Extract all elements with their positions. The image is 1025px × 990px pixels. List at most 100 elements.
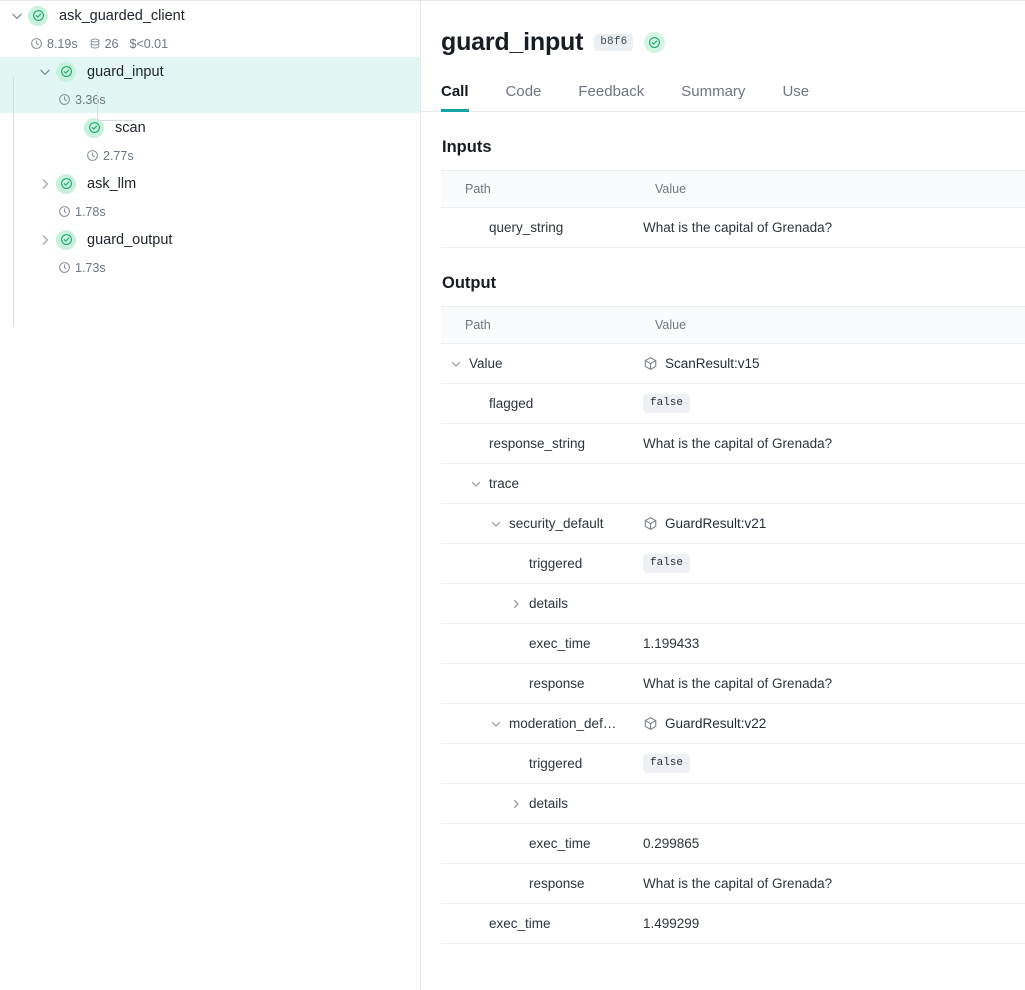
tree-node-scan[interactable]: scan 2.77s (0, 91, 420, 169)
tab-call[interactable]: Call (441, 83, 469, 112)
object-reference-link[interactable]: GuardResult:v21 (643, 516, 766, 531)
tree-node-row[interactable]: guard_output (0, 225, 420, 254)
row-value-cell: GuardResult:v21 (643, 503, 1025, 544)
chevron-down-icon[interactable] (487, 515, 504, 532)
row-value-cell: GuardResult:v22 (643, 703, 1025, 744)
check-circle-icon (649, 37, 661, 48)
tree-node-row[interactable]: ask_llm (0, 169, 420, 198)
tree-node-ask_guarded_client[interactable]: ask_guarded_client 8.19s 26 $<0.01 (0, 1, 420, 57)
object-reference-label: GuardResult:v21 (665, 516, 767, 531)
row-value-text: What is the capital of Grenada? (643, 876, 833, 891)
table-row: triggered false (441, 743, 1025, 784)
row-twisty-spacer (467, 395, 484, 412)
tab-feedback[interactable]: Feedback (578, 83, 644, 112)
tree-node-row[interactable]: scan (0, 113, 420, 142)
call-detail-panel: guard_input b8f6 Call Code Feedback Summary… (421, 1, 1025, 990)
tree-node-label: guard_input (87, 63, 164, 80)
row-value-cell: What is the capital of Grenada? (643, 423, 1025, 464)
tree-node-label: guard_output (87, 231, 173, 248)
tree-node-metrics: 3.36s (0, 86, 420, 113)
chevron-down-icon[interactable] (487, 715, 504, 732)
tree-node-row[interactable]: ask_guarded_client (0, 1, 420, 30)
row-value-text: 1.499299 (643, 916, 700, 931)
metric-duration: 1.73s (58, 261, 106, 275)
cube-icon (643, 516, 658, 531)
clock-icon (30, 37, 43, 50)
table-row: exec_time 1.499299 (441, 903, 1025, 944)
chevron-right-icon[interactable] (507, 795, 524, 812)
row-twisty-spacer (467, 915, 484, 932)
metric-cost: $<0.01 (130, 37, 169, 51)
chevron-right-icon[interactable] (34, 229, 56, 251)
table-row: Value ScanResult:v15 (441, 343, 1025, 384)
metric-value: 26 (104, 36, 119, 51)
status-success-icon (56, 229, 76, 250)
table-row: query_string What is the capital of Grena… (441, 207, 1025, 248)
chevron-down-icon[interactable] (6, 5, 28, 27)
row-twisty-spacer (507, 755, 524, 772)
status-success-icon (56, 61, 76, 82)
table-row: response What is the capital of Grenada? (441, 863, 1025, 904)
trace-tree-panel: ask_guarded_client 8.19s 26 $<0.01 guard_inp… (0, 1, 421, 990)
row-path-label: response (529, 676, 585, 691)
detail-tabs: Call Code Feedback Summary Use (421, 68, 1025, 112)
inputs-heading: Inputs (442, 138, 492, 156)
row-path-label: query_string (489, 220, 564, 235)
row-value-cell: 1.499299 (643, 903, 1025, 944)
page-title: guard_input (441, 28, 584, 56)
clock-icon (58, 261, 71, 274)
row-path-label: details (529, 596, 569, 611)
row-path-cell: security_default (441, 503, 643, 544)
table-row: response What is the capital of Grenada? (441, 663, 1025, 704)
tokens-icon (89, 37, 101, 50)
row-twisty-spacer (507, 675, 524, 692)
inputs-table-head: Path Value (441, 170, 1025, 208)
inputs-section: Inputs Path Value query_string What is th… (421, 138, 1025, 248)
row-value-cell: 1.199433 (643, 623, 1025, 664)
cube-icon (643, 356, 658, 371)
chevron-down-icon[interactable] (34, 61, 56, 83)
tree-node-row[interactable]: guard_input (0, 57, 420, 86)
row-path-label: flagged (489, 396, 534, 411)
object-reference-link[interactable]: GuardResult:v22 (643, 716, 766, 731)
metric-duration: 1.78s (58, 205, 106, 219)
tab-code[interactable]: Code (506, 83, 542, 112)
row-value-text: 1.199433 (643, 636, 700, 651)
boolean-value-badge: false (643, 554, 691, 573)
row-path-label: exec_time (489, 916, 551, 931)
row-value-text: What is the capital of Grenada? (643, 436, 833, 451)
tab-use[interactable]: Use (782, 83, 809, 112)
status-success-icon (56, 173, 76, 194)
boolean-value-badge: false (643, 754, 691, 773)
table-header-row: Path Value (441, 170, 1025, 208)
row-path-label: security_default (509, 516, 604, 531)
chevron-down-icon[interactable] (447, 355, 464, 372)
metric-duration: 8.19s (30, 37, 78, 51)
row-path-label: details (529, 796, 569, 811)
row-path-cell: query_string (441, 207, 643, 248)
tree-node-guard_output[interactable]: guard_output 1.73s (0, 225, 420, 281)
chevron-down-icon[interactable] (467, 475, 484, 492)
row-twisty-spacer (507, 875, 524, 892)
row-value-cell: false (643, 743, 1025, 784)
table-row: details (441, 583, 1025, 624)
output-table-body: Value ScanResult:v15 flagged false response_… (441, 343, 1025, 944)
object-reference-link[interactable]: ScanResult:v15 (643, 356, 760, 371)
tab-summary[interactable]: Summary (681, 83, 745, 112)
row-twisty-spacer (507, 835, 524, 852)
inputs-table-body: query_string What is the capital of Grena… (441, 207, 1025, 248)
table-row: details (441, 783, 1025, 824)
table-row: exec_time 0.299865 (441, 823, 1025, 864)
chevron-right-icon[interactable] (34, 173, 56, 195)
tree-node-metrics: 2.77s (0, 142, 420, 169)
row-path-cell: response_string (441, 423, 643, 464)
row-path-label: exec_time (529, 636, 591, 651)
row-twisty-spacer (467, 435, 484, 452)
chevron-right-icon[interactable] (507, 595, 524, 612)
tree-node-ask_llm[interactable]: ask_llm 1.78s (0, 169, 420, 225)
row-path-cell: exec_time (441, 903, 643, 944)
metric-value: 1.73s (75, 260, 106, 275)
tree-node-guard_input[interactable]: guard_input 3.36s (0, 57, 420, 113)
output-table: Path Value Value ScanResult:v15 flagged fal… (441, 306, 1025, 944)
tree-node-label: scan (115, 119, 146, 136)
